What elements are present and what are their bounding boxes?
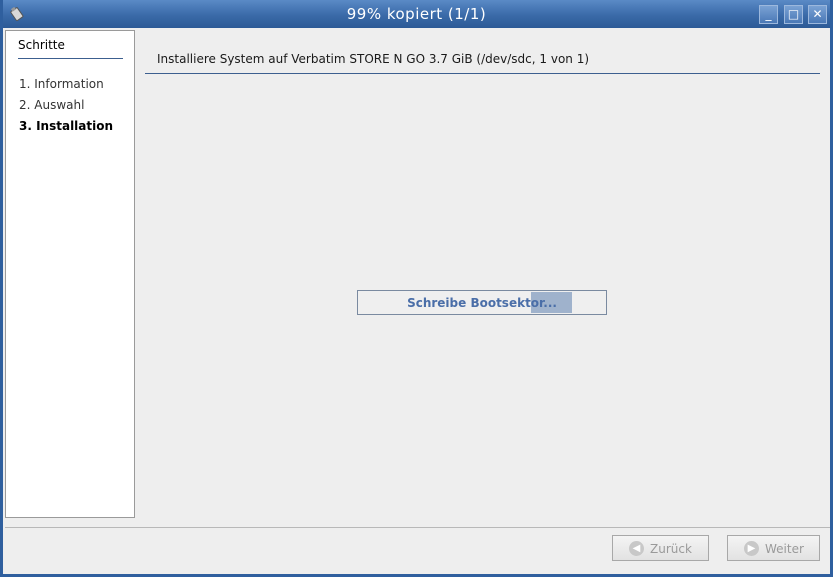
- next-button[interactable]: ▶ Weiter: [727, 535, 820, 561]
- progress-bar: Schreibe Bootsektor...: [357, 290, 607, 315]
- steps-divider: [18, 58, 123, 59]
- back-arrow-icon: ◀: [629, 541, 644, 556]
- next-button-label: Weiter: [765, 542, 804, 556]
- close-icon: ✕: [812, 7, 823, 21]
- progress-text: Schreibe Bootsektor...: [407, 296, 557, 310]
- step-item-installation: 3. Installation: [19, 119, 114, 133]
- title-bar[interactable]: 99% kopiert (1/1) _ □ ✕: [3, 0, 830, 28]
- installer-window: 99% kopiert (1/1) _ □ ✕ Schritte 1. Info…: [0, 0, 833, 577]
- back-button[interactable]: ◀ Zurück: [612, 535, 709, 561]
- forward-arrow-icon: ▶: [744, 541, 759, 556]
- steps-sidebar: Schritte 1. Information 2. Auswahl 3. In…: [5, 30, 135, 518]
- button-bar-divider: [5, 527, 830, 528]
- window-title: 99% kopiert (1/1): [346, 5, 487, 23]
- close-button[interactable]: ✕: [808, 5, 827, 24]
- maximize-button[interactable]: □: [784, 5, 803, 24]
- page-heading: Installiere System auf Verbatim STORE N …: [157, 52, 590, 66]
- steps-title: Schritte: [18, 38, 65, 52]
- heading-divider: [145, 73, 820, 74]
- maximize-icon: □: [787, 7, 800, 21]
- minimize-button[interactable]: _: [759, 5, 778, 24]
- back-button-label: Zurück: [650, 542, 692, 556]
- minimize-icon: _: [765, 7, 772, 21]
- step-item-auswahl: 2. Auswahl: [19, 98, 85, 112]
- step-item-information: 1. Information: [19, 77, 104, 91]
